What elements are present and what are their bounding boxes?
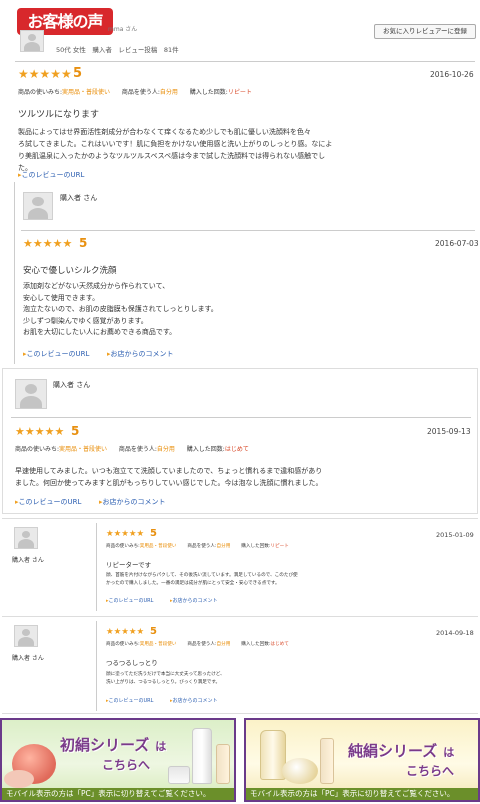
review-body: 製品によってはせ界面活性剤成分が合わなくて痒くなるため少しでも肌に優しい洗顔料を…	[18, 128, 333, 172]
review-date: 2014-09-18	[436, 629, 474, 637]
review-url-link[interactable]: ▸このレビューのURL	[15, 497, 81, 507]
review-body: 顔に塗ってただ洗うだけで本当に大丈夫って思ったけど、 洗い上がりは、つるつるしっ…	[106, 672, 225, 685]
reviewer-avatar	[15, 379, 47, 409]
review-meta: 商品の使いみち:実用品・普段使い 商品を使う人:自分用 購入した回数:リピート	[106, 544, 289, 549]
reviewer-name[interactable]: 購入者 さん	[12, 653, 44, 662]
rating-score: 5	[79, 236, 88, 250]
star-rating: ★★★★★	[106, 529, 145, 539]
banner-subtitle: こちらへ	[406, 764, 455, 778]
review-meta: 商品の使いみち:実用品・普段使い 商品を使う人:自分用 購入した回数:はじめて	[15, 446, 249, 453]
column-divider	[96, 523, 97, 611]
reviewer-name[interactable]: 購入者 さん	[53, 380, 90, 390]
review-item: 購入者 さん ★★★★★ 5 2015-09-13 商品の使いみち:実用品・普段…	[2, 368, 478, 514]
reviewer-name[interactable]: 購入者 さん	[60, 193, 97, 203]
banner-subtitle: こちらへ	[102, 758, 151, 772]
review-date: 2015-09-13	[427, 427, 471, 436]
product-tube-icon	[216, 744, 230, 784]
star-rating: ★★★★★	[106, 627, 145, 637]
shop-comment-link[interactable]: ▸お店からのコメント	[107, 349, 174, 359]
review-item: 購入者 さん ★★★★★ 5 2015-01-09 商品の使いみち:実用品・普段…	[2, 518, 478, 613]
star-rating: ★★★★★	[15, 425, 65, 438]
review-url-link[interactable]: ▸このレビューのURL	[18, 170, 84, 180]
review-meta: 商品の使いみち:実用品・普段使い 商品を使う人:自分用 購入した回数:リピート	[18, 89, 252, 96]
banner-title: 初絹シリーズは	[60, 736, 167, 754]
divider	[21, 230, 475, 231]
star-rating: ★★★★★	[18, 67, 72, 81]
review-url-link[interactable]: ▸このレビューのURL	[106, 697, 153, 704]
reviewer-name[interactable]: mma さん	[108, 24, 137, 33]
banner-footer: モバイル表示の方は「PC」表示に切り替えてご覧ください。	[246, 788, 478, 800]
column-divider	[96, 621, 97, 711]
review-url-link[interactable]: ▸このレビューのURL	[106, 597, 153, 604]
review-title: 安心で優しいシルク洗顔	[23, 266, 117, 276]
product-bottle-icon	[192, 728, 212, 784]
banner-title: 純絹シリーズは	[348, 742, 455, 760]
review-title: ツルツルになります	[18, 110, 100, 120]
review-item: 購入者 さん ★★★★★ 5 2016-07-03 安心で優しいシルク洗顔 添加…	[14, 182, 479, 364]
star-rating: ★★★★★	[23, 237, 73, 250]
rating-score: 5	[73, 66, 83, 81]
rating-score: 5	[150, 626, 157, 637]
reviewer-profile: 50代 女性 購入者 レビュー投稿 81件	[56, 46, 179, 54]
product-puff-icon	[4, 770, 34, 788]
favorite-reviewer-button[interactable]: お気に入りレビュアーに登録	[374, 24, 476, 39]
junginu-series-banner[interactable]: 純絹シリーズは こちらへ モバイル表示の方は「PC」表示に切り替えてご覧ください…	[244, 718, 480, 802]
review-body: 添加剤などがない天然成分から作られていて、 安心して使用できます。 泡立たないの…	[23, 282, 218, 336]
hatsuginu-series-banner[interactable]: 初絹シリーズは こちらへ モバイル表示の方は「PC」表示に切り替えてご覧ください…	[0, 718, 236, 802]
reviewer-name[interactable]: 購入者 さん	[12, 555, 44, 564]
review-date: 2016-10-26	[430, 70, 474, 79]
review-title: つるつるしっとり	[106, 659, 158, 667]
reviewer-avatar	[20, 30, 44, 52]
reviewer-avatar	[23, 192, 53, 220]
divider	[11, 417, 471, 418]
rating-score: 5	[71, 424, 80, 438]
shop-comment-link[interactable]: ▸お店からのコメント	[170, 697, 218, 704]
shop-comment-link[interactable]: ▸お店からのコメント	[99, 497, 166, 507]
rating-score: 5	[150, 528, 157, 539]
review-url-link[interactable]: ▸このレビューのURL	[23, 349, 89, 359]
review-meta: 商品の使いみち:実用品・普段使い 商品を使う人:自分用 購入した回数:はじめて	[106, 642, 289, 647]
review-item: 購入者 さん ★★★★★ 5 2014-09-18 商品の使いみち:実用品・普段…	[2, 616, 478, 714]
review-date: 2016-07-03	[435, 239, 479, 248]
review-body: 顔、首筋を片付けながらパクして、その後洗い流しています。満足しているので、このた…	[106, 573, 298, 586]
banner-footer: モバイル表示の方は「PC」表示に切り替えてご覧ください。	[2, 788, 234, 800]
divider	[15, 61, 475, 62]
review-title: リピーターです	[106, 561, 152, 569]
product-jar-small-icon	[168, 766, 190, 784]
reviewer-avatar	[14, 527, 38, 549]
product-jar-icon	[282, 758, 318, 784]
review-body: 早速使用してみました。いつも泡立てて洗顔していましたので、ちょっと慣れるまで違和…	[15, 467, 323, 487]
review-date: 2015-01-09	[436, 531, 474, 539]
product-tube-icon	[320, 738, 334, 784]
reviewer-avatar	[14, 625, 38, 647]
shop-comment-link[interactable]: ▸お店からのコメント	[170, 597, 218, 604]
